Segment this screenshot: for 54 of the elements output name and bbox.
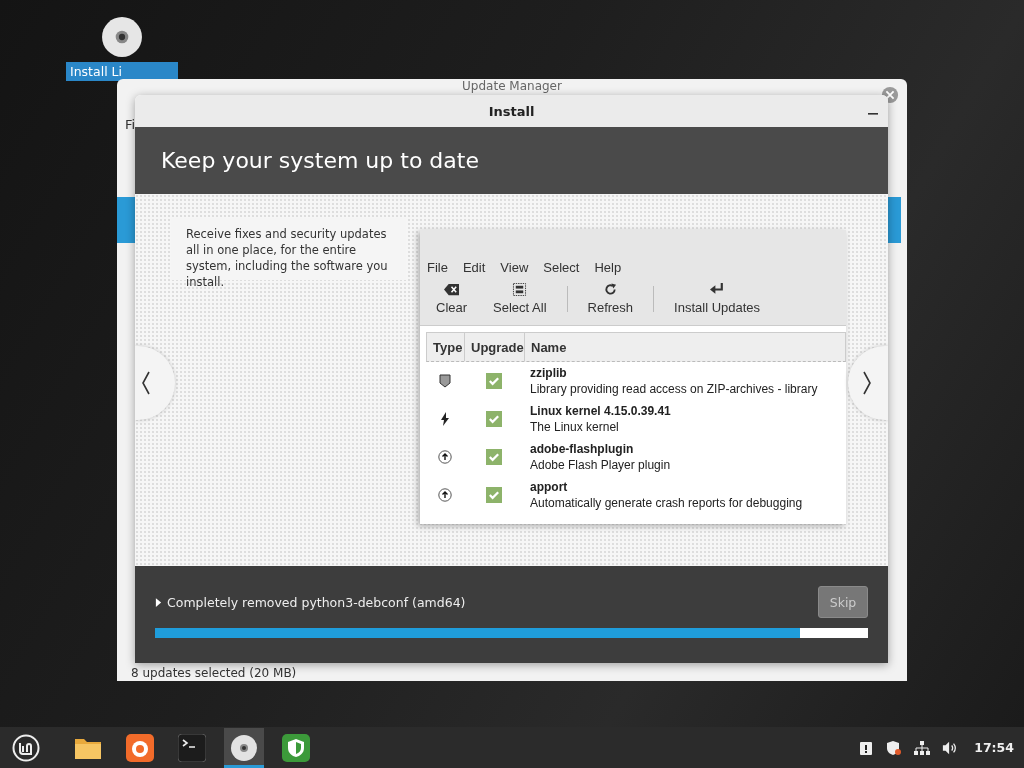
- menu-item[interactable]: Edit: [462, 260, 486, 275]
- taskbar-app[interactable]: [224, 727, 264, 768]
- window-title: Update Manager: [461, 79, 563, 94]
- menu-item[interactable]: Help: [594, 260, 622, 275]
- checkbox[interactable]: [486, 487, 502, 503]
- shield-icon: [282, 733, 310, 762]
- up-arrow-icon: [438, 488, 452, 502]
- slide-heading: Keep your system up to date: [161, 148, 479, 173]
- refresh-icon: [602, 283, 618, 296]
- package-name: adobe-flashplugin: [530, 441, 634, 457]
- package-name: Linux kernel 4.15.0.39.41: [530, 403, 671, 419]
- column-header[interactable]: Type: [427, 333, 465, 361]
- column-header[interactable]: Upgrade: [465, 333, 525, 361]
- slide-description: Receive fixes and security updates all in one place, for the entire system, including the software you install.: [186, 226, 389, 290]
- menu-item[interactable]: File: [427, 260, 448, 275]
- package-name: apport: [530, 479, 568, 495]
- shield-icon: [438, 374, 452, 388]
- disc-icon: [230, 733, 258, 762]
- menu-item[interactable]: Select: [543, 260, 580, 275]
- return-arrow-icon: [709, 283, 725, 296]
- status-text: 8 updates selected (20 MB): [131, 666, 297, 680]
- backspace-icon: [444, 283, 460, 296]
- package-description: Automatically generate crash reports for debugging: [530, 495, 803, 511]
- toolbar-button[interactable]: Clear: [430, 283, 474, 315]
- window-title: Install: [488, 103, 535, 119]
- chevron-right-icon: [862, 371, 872, 395]
- menu-item[interactable]: View: [500, 260, 529, 275]
- desktop-icon-label[interactable]: Install Li: [66, 62, 178, 81]
- menu-item[interactable]: Fi: [125, 117, 136, 132]
- package-name: zziplib: [530, 365, 567, 381]
- toolbar-button[interactable]: Refresh: [581, 283, 640, 315]
- toolbar-button[interactable]: Install Updates: [668, 283, 767, 315]
- volume-icon[interactable]: [942, 739, 959, 756]
- disc-icon[interactable]: [101, 16, 143, 58]
- chevron-left-icon: [141, 371, 151, 395]
- browser-icon: [126, 733, 154, 762]
- clipboard-alert-icon[interactable]: [858, 739, 875, 756]
- logo-icon: [12, 733, 40, 762]
- package-description: The Linux kernel: [530, 419, 619, 435]
- checkbox[interactable]: [486, 411, 502, 427]
- clock[interactable]: 17:54: [974, 740, 1014, 755]
- toolbar-button[interactable]: Select All: [487, 283, 553, 315]
- checkbox[interactable]: [486, 449, 502, 465]
- terminal-icon: [178, 733, 206, 762]
- checkbox[interactable]: [486, 373, 502, 389]
- up-arrow-icon: [438, 450, 452, 464]
- grid-icon: [512, 283, 528, 296]
- network-icon[interactable]: [914, 739, 931, 756]
- lightning-icon: [438, 412, 452, 426]
- package-description: Library providing read access on ZIP-archives - library: [530, 381, 818, 397]
- package-description: Adobe Flash Player plugin: [530, 457, 671, 473]
- shield-icon[interactable]: [886, 739, 903, 756]
- column-header[interactable]: Name: [525, 333, 845, 361]
- status-expander[interactable]: Completely removed python3-debconf (amd64): [155, 594, 466, 610]
